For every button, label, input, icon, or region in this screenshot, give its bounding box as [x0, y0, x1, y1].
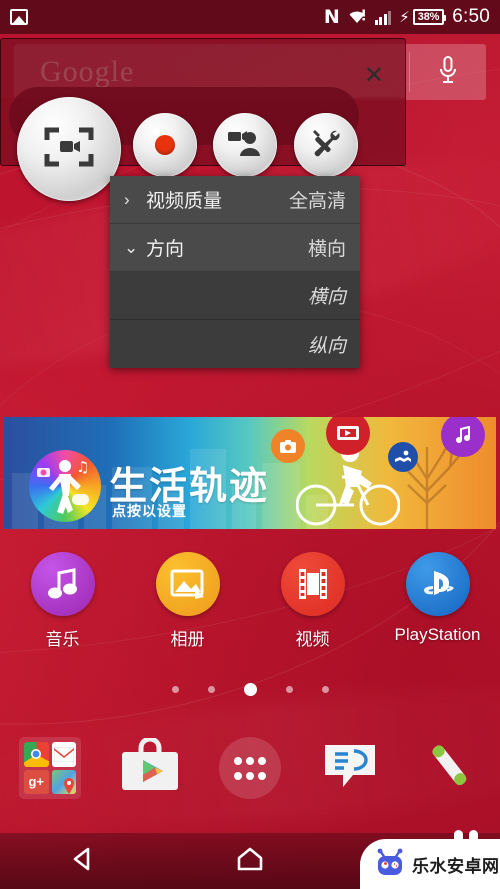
- phone-handset-icon: [422, 740, 478, 797]
- close-icon[interactable]: ✕: [361, 63, 387, 89]
- status-notifications: [10, 9, 324, 25]
- status-bar[interactable]: N ⚡ 38% 6:50: [0, 0, 500, 34]
- menu-value: 全高清: [288, 191, 346, 212]
- chevron-down-icon: ⌄: [124, 238, 139, 257]
- album-picture-icon: [155, 552, 220, 616]
- chrome-icon: [24, 742, 49, 767]
- play-store-icon: [119, 736, 181, 799]
- wifi-warning-icon: [347, 9, 367, 25]
- screen-recorder-toolbar[interactable]: ✕: [0, 38, 406, 201]
- app-music[interactable]: 音乐: [0, 552, 125, 650]
- app-video[interactable]: 视频: [250, 552, 375, 650]
- battery-percent: 38%: [417, 11, 440, 23]
- app-label: 视频: [295, 630, 330, 649]
- dock: g+: [0, 718, 500, 818]
- activity-icon: [388, 442, 418, 472]
- menu-value: 横向: [307, 239, 346, 260]
- menu-row-video-quality[interactable]: › 视频质量 全高清: [110, 176, 360, 224]
- app-drawer[interactable]: [200, 737, 300, 799]
- messaging[interactable]: [300, 741, 400, 796]
- record-button[interactable]: [133, 113, 197, 177]
- voice-search-button[interactable]: [410, 54, 486, 91]
- robot-mascot-icon: [374, 847, 406, 882]
- lifelog-subtitle: 点按以设置: [112, 503, 187, 519]
- page-dot[interactable]: [171, 686, 179, 693]
- folder-icon: g+: [19, 737, 81, 799]
- page-dot[interactable]: [321, 686, 329, 693]
- menu-option-landscape[interactable]: 横向: [110, 272, 360, 320]
- app-album[interactable]: 相册: [125, 552, 250, 650]
- phone[interactable]: [400, 740, 500, 797]
- app-label: PlayStation: [394, 625, 481, 644]
- play-store[interactable]: [100, 736, 200, 799]
- menu-label: 视频质量: [146, 191, 223, 212]
- page-dot[interactable]: [207, 686, 215, 693]
- nfc-icon: N: [323, 5, 340, 28]
- menu-label: 方向: [146, 239, 185, 260]
- front-camera-button[interactable]: [213, 113, 277, 177]
- recorder-settings-menu[interactable]: › 视频质量 全高清 ⌄ 方向 横向 横向 纵向: [110, 176, 360, 368]
- app-label: 音乐: [45, 630, 80, 649]
- page-dot-active[interactable]: [243, 683, 257, 696]
- maps-icon: [51, 769, 76, 794]
- music-note-icon: [30, 552, 95, 616]
- watermark-text: 乐水安卓网: [412, 856, 500, 876]
- google-folder[interactable]: g+: [0, 737, 100, 799]
- back-triangle-icon: [70, 846, 96, 877]
- menu-option-portrait[interactable]: 纵向: [110, 320, 360, 368]
- signal-bars-icon: [374, 10, 392, 25]
- menu-option-label: 横向: [307, 287, 346, 308]
- site-watermark: 乐水安卓网: [360, 830, 500, 889]
- home-icon: [235, 846, 265, 877]
- capture-screen-button[interactable]: [17, 97, 121, 201]
- app-playstation[interactable]: PlayStation: [375, 552, 500, 645]
- microphone-icon: [436, 54, 460, 91]
- back-button[interactable]: [0, 846, 167, 877]
- photo-icon: [10, 9, 28, 25]
- page-indicator[interactable]: [0, 683, 500, 696]
- app-row: 音乐 相册 视频 PlayStation: [0, 552, 500, 664]
- phone-screen: Google N: [0, 0, 500, 889]
- app-drawer-icon: [219, 737, 281, 799]
- tools-icon: [309, 126, 343, 165]
- home-button[interactable]: [167, 846, 334, 877]
- charging-icon: ⚡: [399, 8, 410, 26]
- chevron-right-icon: ›: [124, 190, 130, 209]
- menu-option-label: 纵向: [307, 335, 346, 357]
- gmail-icon: [51, 742, 76, 767]
- red-record-dot-icon: [155, 135, 175, 155]
- battery-indicator: ⚡ 38%: [399, 8, 447, 26]
- film-strip-icon: [280, 552, 345, 616]
- message-bubble-icon: [321, 741, 379, 796]
- playstation-icon: [405, 552, 470, 616]
- lifelog-badge-icon: ♫: [29, 450, 101, 522]
- camcorder-person-icon: [227, 128, 263, 163]
- svg-text:♫: ♫: [76, 458, 89, 476]
- app-label: 相册: [170, 630, 205, 649]
- lifelog-widget[interactable]: ♫ 生活轨迹 点按以设置: [4, 417, 496, 529]
- settings-button[interactable]: [294, 113, 358, 177]
- status-clock: 6:50: [452, 6, 490, 27]
- menu-row-orientation[interactable]: ⌄ 方向 横向: [110, 224, 360, 272]
- camera-icon: [271, 429, 305, 463]
- screen-record-frame-icon: [43, 125, 95, 174]
- google-plus-icon: g+: [24, 769, 49, 794]
- page-dot[interactable]: [285, 686, 293, 693]
- status-indicators: N ⚡ 38% 6:50: [324, 6, 490, 28]
- battery-icon: 38%: [412, 9, 447, 25]
- robot-ears: [454, 830, 478, 843]
